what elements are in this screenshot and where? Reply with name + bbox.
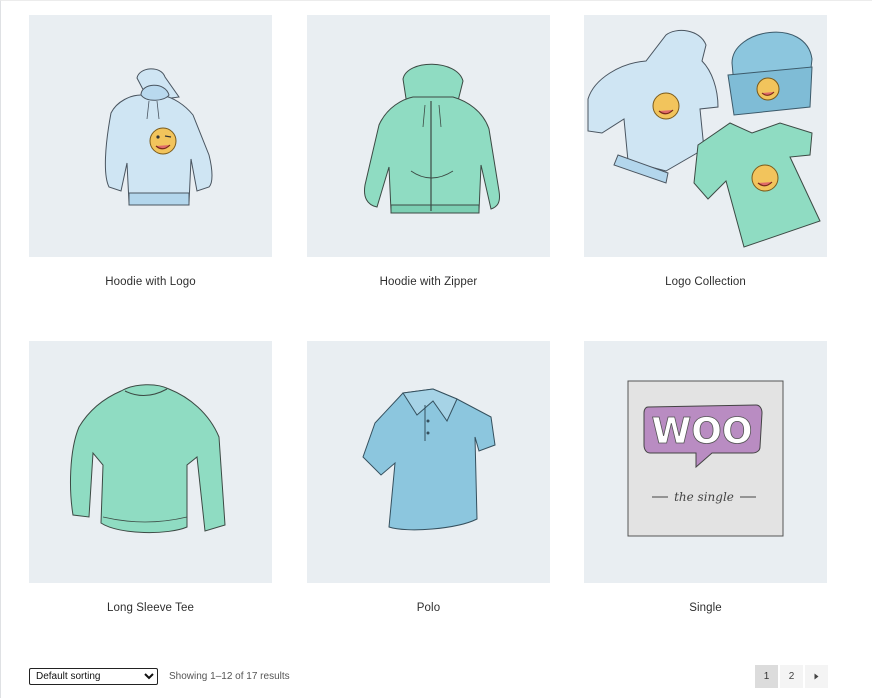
result-count: Showing 1–12 of 17 results [169,671,290,682]
page-1-current: 1 [755,665,778,688]
product-title[interactable]: Logo Collection [584,276,827,288]
product-title[interactable]: Long Sleeve Tee [29,602,272,614]
sort-select[interactable]: Default sorting [29,668,158,685]
hoodie-with-zipper-illustration [364,63,500,214]
single-album-illustration: WOO the single [627,380,784,537]
product-card[interactable]: Hoodie with Logo [29,15,272,288]
pagination: 1 2 [755,665,828,688]
product-image-logo-collection[interactable] [584,15,827,257]
next-arrow-icon [814,673,819,680]
product-image-long-sleeve-tee[interactable] [29,341,272,583]
product-card[interactable]: Logo Collection [584,15,827,288]
product-image-hoodie-with-logo[interactable] [29,15,272,257]
product-title[interactable]: Single [584,602,827,614]
product-image-single[interactable]: WOO the single [584,341,827,583]
single-caption: the single [674,490,734,504]
page-2-link[interactable]: 2 [780,665,803,688]
product-image-polo[interactable] [307,341,550,583]
product-card[interactable]: Long Sleeve Tee [29,341,272,614]
product-card[interactable]: WOO the single Single [584,341,827,614]
woo-logo-text: WOO [652,411,753,452]
product-card[interactable]: Hoodie with Zipper [307,15,550,288]
product-image-hoodie-with-zipper[interactable] [307,15,550,257]
logo-collection-illustration [587,29,821,248]
long-sleeve-tee-illustration [70,384,226,534]
product-title[interactable]: Polo [307,602,550,614]
next-page-button[interactable] [805,665,828,688]
product-card[interactable]: Polo [307,341,550,614]
product-title[interactable]: Hoodie with Zipper [307,276,550,288]
polo-illustration [362,388,496,531]
hoodie-with-logo-illustration [104,68,213,206]
product-title[interactable]: Hoodie with Logo [29,276,272,288]
